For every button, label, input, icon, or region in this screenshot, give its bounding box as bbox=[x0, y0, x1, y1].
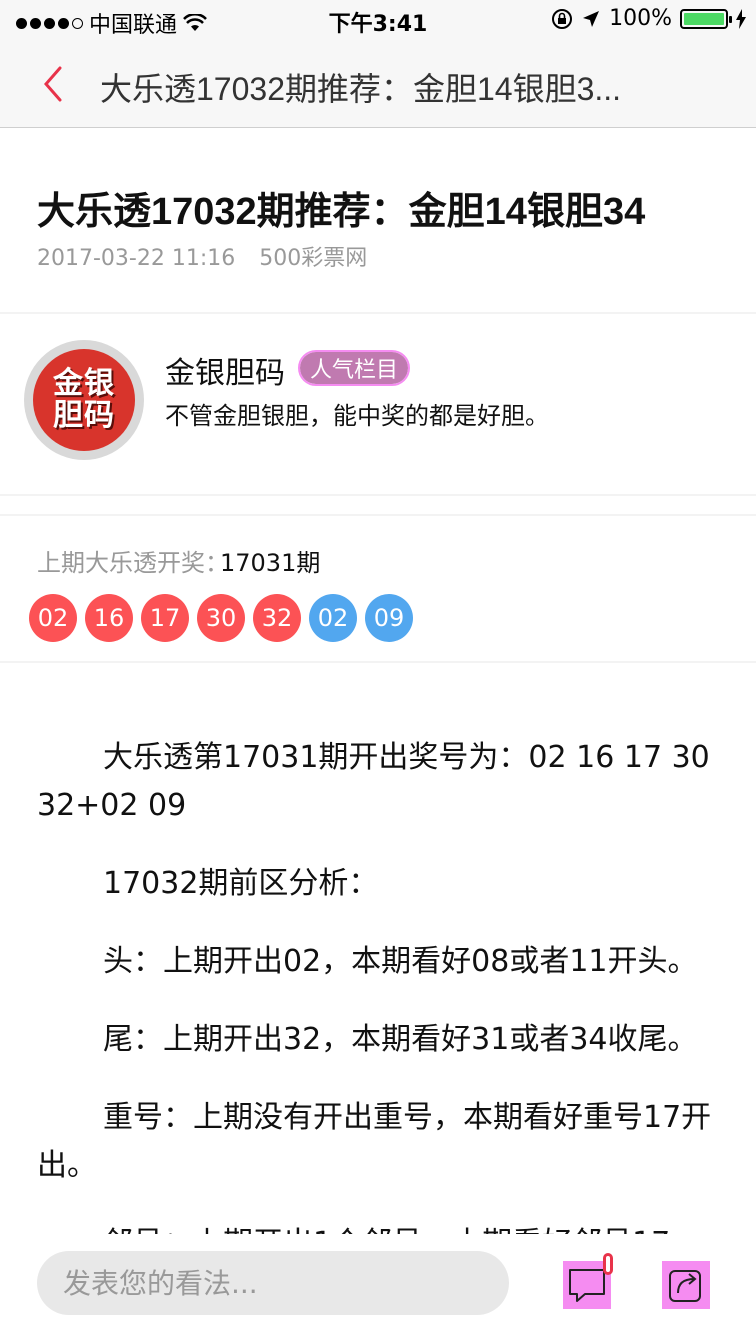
nav-title: 大乐透17032期推荐：金胆14银胆3... bbox=[100, 71, 622, 107]
article-body-viewport: 大乐透第17031期开出奖号为：02 16 17 30 32+02 09 1703… bbox=[0, 734, 756, 1234]
red-ball: 02 bbox=[29, 594, 77, 642]
battery-percent: 100% bbox=[609, 6, 672, 31]
share-button[interactable] bbox=[662, 1261, 710, 1309]
draw-balls: 02 16 17 30 32 02 09 bbox=[29, 594, 413, 642]
column-logo-line2: 胆码 bbox=[53, 398, 115, 433]
article-paragraph: 17032期前区分析： bbox=[103, 866, 379, 901]
article-paragraph: 头：上期开出02，本期看好08或者11开头。 bbox=[103, 944, 698, 979]
divider bbox=[0, 661, 756, 663]
status-right: 100% bbox=[551, 6, 746, 31]
column-logo[interactable]: 金银 胆码 bbox=[24, 340, 144, 460]
last-draw-issue: 17031期 bbox=[220, 549, 321, 577]
article-paragraph: 大乐透第17031期开出奖号为：02 16 17 30 32+02 09 bbox=[37, 740, 710, 823]
bottom-bar bbox=[0, 1235, 756, 1335]
back-arrow-icon[interactable] bbox=[38, 64, 78, 104]
status-bar: 中国联通 下午3:41 100% bbox=[0, 0, 756, 40]
red-ball: 30 bbox=[197, 594, 245, 642]
article-meta: 2017-03-22 11:16 500彩票网 bbox=[37, 240, 367, 272]
divider bbox=[0, 494, 756, 496]
article-paragraph: 尾：上期开出32，本期看好31或者34收尾。 bbox=[103, 1022, 698, 1057]
divider bbox=[0, 514, 756, 516]
orientation-lock-icon bbox=[552, 8, 573, 29]
red-ball: 16 bbox=[85, 594, 133, 642]
article-date: 2017-03-22 11:16 bbox=[37, 246, 236, 271]
last-draw-label: 上期大乐透开奖： bbox=[37, 549, 229, 577]
comment-count-badge bbox=[603, 1253, 613, 1275]
article-source[interactable]: 500彩票网 bbox=[259, 246, 367, 271]
nav-bar: 大乐透17032期推荐：金胆14银胆3... bbox=[0, 40, 756, 128]
article-title: 大乐透17032期推荐：金胆14银胆34 bbox=[37, 191, 646, 233]
charging-icon bbox=[736, 8, 746, 29]
article-body: 大乐透第17031期开出奖号为：02 16 17 30 32+02 09 1703… bbox=[37, 734, 727, 1234]
location-icon bbox=[583, 10, 600, 27]
divider bbox=[0, 312, 756, 314]
comment-icon bbox=[569, 1269, 605, 1302]
red-ball: 32 bbox=[253, 594, 301, 642]
blue-ball: 02 bbox=[309, 594, 357, 642]
article-paragraph: 邻号：上期开出1个邻号，本期看好邻号17。 bbox=[37, 1220, 727, 1234]
column-name[interactable]: 金银胆码 bbox=[165, 348, 285, 392]
red-ball: 17 bbox=[141, 594, 189, 642]
column-description: 不管金胆银胆，能中奖的都是好胆。 bbox=[165, 402, 549, 430]
blue-ball: 09 bbox=[365, 594, 413, 642]
share-icon bbox=[669, 1270, 701, 1302]
article-paragraph: 重号：上期没有开出重号，本期看好重号17开出。 bbox=[37, 1100, 712, 1183]
comment-button[interactable] bbox=[563, 1253, 613, 1309]
popular-column-badge: 人气栏目 bbox=[298, 350, 410, 386]
battery-icon bbox=[680, 8, 732, 29]
comment-input[interactable] bbox=[37, 1251, 509, 1315]
column-logo-line1: 金银 bbox=[53, 366, 115, 401]
